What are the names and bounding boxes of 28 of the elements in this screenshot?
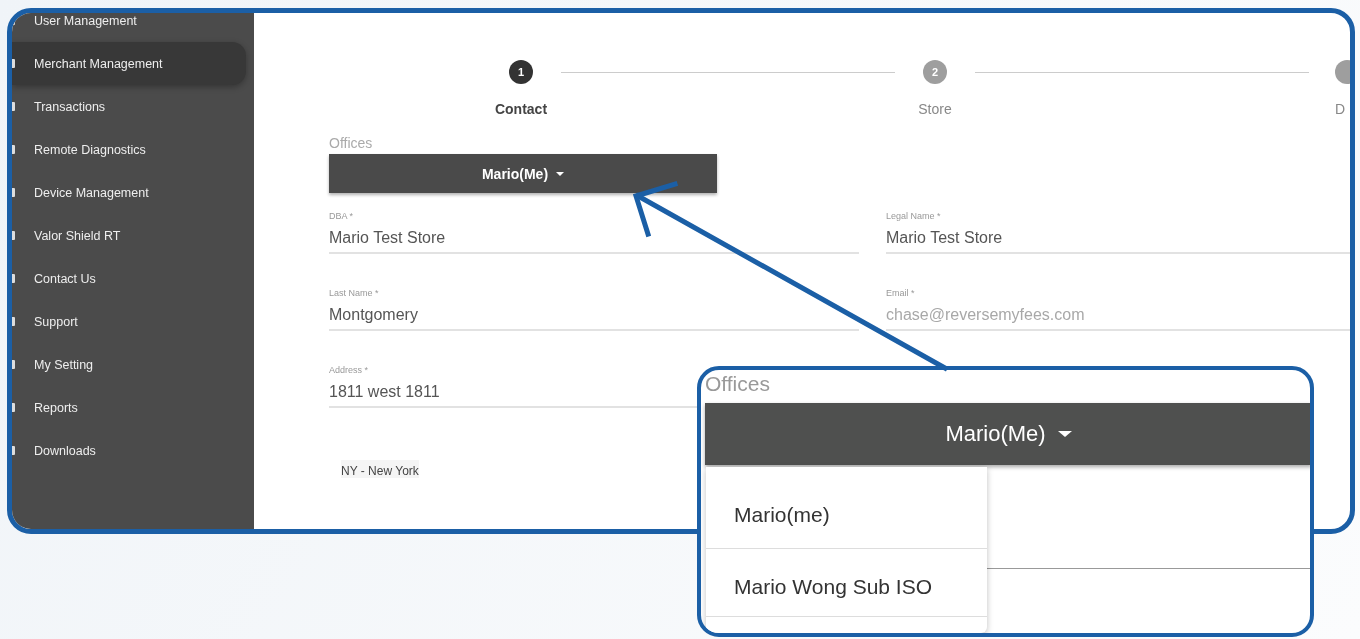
sidebar-item[interactable]: Device Management (12, 171, 246, 214)
sidebar-item[interactable]: Transactions (12, 85, 246, 128)
caret-icon (1057, 431, 1072, 437)
sidebar-item[interactable]: Downloads (12, 429, 246, 472)
sidebar-item[interactable]: Valor Shield RT (12, 214, 246, 257)
sidebar-item[interactable]: My Setting (12, 343, 246, 386)
caret-icon (556, 171, 565, 176)
menu-option[interactable]: Mario Wong Sub ISO (706, 549, 987, 617)
sidebar-item[interactable]: Reports (12, 386, 246, 429)
state-chip[interactable]: NY - New York (341, 460, 419, 478)
sidebar-item[interactable]: Remote Diagnostics (12, 128, 246, 171)
field-label: Offices (329, 135, 374, 151)
offices-dropdown[interactable]: Mario(Me) (329, 154, 717, 193)
step-number: 1 (509, 60, 533, 84)
field-label: Offices (705, 372, 770, 396)
menu-option[interactable]: Mario(me) (706, 467, 987, 549)
input-field[interactable]: DBA * Mario Test Store (329, 211, 859, 254)
step-number: 2 (923, 60, 947, 84)
sidebar-item[interactable]: Support (12, 300, 246, 343)
offices-dropdown[interactable]: Mario(Me) (705, 403, 1310, 465)
step-label[interactable]: Store (918, 101, 952, 117)
sidebar-item[interactable]: Contact Us (12, 257, 246, 300)
step-label[interactable]: Contact (494, 101, 548, 117)
input-field[interactable]: Legal Name * Mario Test Store (886, 211, 1350, 254)
step-label[interactable]: D (1335, 101, 1346, 117)
input-field[interactable]: Last Name * Montgomery (329, 288, 859, 331)
sidebar-item[interactable]: Merchant Management (12, 42, 246, 85)
sidebar-item[interactable]: User Management (12, 13, 246, 42)
